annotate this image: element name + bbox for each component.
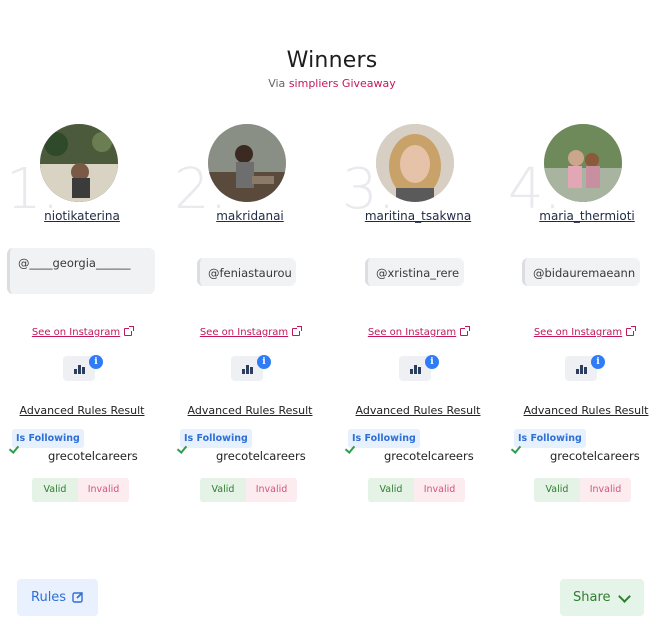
bar-chart-icon [74, 364, 85, 374]
rule-account: grecotelcareers [384, 449, 474, 463]
winner-card-3: 3. maritina_tsakwna @xristina_rere See o… [338, 122, 498, 512]
winner-comment: @feniastaurou [197, 258, 296, 286]
bar-chart-icon [576, 364, 587, 374]
avatar [376, 124, 454, 202]
winner-username[interactable]: maritina_tsakwna [338, 209, 498, 223]
edit-icon [72, 591, 84, 603]
see-on-instagram-link[interactable]: See on Instagram [338, 326, 498, 338]
check-icon [10, 444, 21, 452]
external-link-icon [626, 326, 637, 336]
valid-button[interactable]: Valid [32, 478, 78, 502]
external-link-icon [460, 326, 471, 336]
invalid-button[interactable]: Invalid [246, 478, 297, 502]
external-link-icon [124, 326, 135, 336]
advanced-rules-title: Advanced Rules Result [355, 404, 481, 417]
see-on-instagram-link[interactable]: See on Instagram [170, 326, 330, 338]
page-title: Winners [286, 48, 378, 73]
check-icon [512, 444, 523, 452]
external-link-icon [292, 326, 303, 336]
info-icon[interactable]: i [89, 355, 103, 369]
link-label: See on Instagram [367, 327, 457, 338]
link-label: See on Instagram [31, 327, 121, 338]
avatar [208, 124, 286, 202]
advanced-rules-title: Advanced Rules Result [187, 404, 313, 417]
chevron-down-icon [618, 590, 631, 603]
share-button[interactable]: Share [560, 579, 644, 616]
valid-invalid-toggle: Valid Invalid [534, 478, 631, 502]
valid-button[interactable]: Valid [534, 478, 580, 502]
bar-chart-icon [242, 364, 253, 374]
rules-label: Rules [31, 590, 67, 605]
link-label: See on Instagram [533, 327, 623, 338]
advanced-rules-title: Advanced Rules Result [19, 404, 145, 417]
rule-account: grecotelcareers [216, 449, 306, 463]
winner-card-2: 2. makridanai @feniastaurou See on Insta… [170, 122, 330, 512]
check-icon [346, 444, 357, 452]
rules-button[interactable]: Rules [17, 579, 98, 616]
header: Winners Via simpliers Giveaway [0, 48, 664, 90]
subtitle: Via simpliers Giveaway [0, 77, 664, 90]
subtitle-prefix: Via [268, 77, 286, 90]
rule-account: grecotelcareers [48, 449, 138, 463]
is-following-badge: Is Following [12, 429, 84, 448]
check-icon [178, 444, 189, 452]
is-following-badge: Is Following [348, 429, 420, 448]
share-label: Share [573, 590, 611, 605]
winner-username[interactable]: makridanai [170, 209, 330, 223]
valid-button[interactable]: Valid [200, 478, 246, 502]
winner-username[interactable]: niotikaterina [2, 209, 162, 223]
see-on-instagram-link[interactable]: See on Instagram [504, 326, 664, 338]
is-following-badge: Is Following [180, 429, 252, 448]
invalid-button[interactable]: Invalid [414, 478, 465, 502]
invalid-button[interactable]: Invalid [78, 478, 129, 502]
winner-username[interactable]: maria_thermioti [507, 209, 664, 223]
invalid-button[interactable]: Invalid [580, 478, 631, 502]
info-icon[interactable]: i [257, 355, 271, 369]
link-label: See on Instagram [199, 327, 289, 338]
winner-card-4: 4. maria_thermioti @bidauremaeann See on… [504, 122, 664, 512]
winners-list: 1. niotikaterina @____georgia______ See … [0, 122, 664, 512]
info-icon[interactable]: i [425, 355, 439, 369]
winner-card-1: 1. niotikaterina @____georgia______ See … [2, 122, 162, 512]
valid-invalid-toggle: Valid Invalid [368, 478, 465, 502]
bar-chart-icon [410, 364, 421, 374]
subtitle-brand: simpliers Giveaway [288, 77, 396, 90]
winner-comment: @____georgia______ [7, 248, 155, 294]
see-on-instagram-link[interactable]: See on Instagram [2, 326, 162, 338]
valid-button[interactable]: Valid [368, 478, 414, 502]
info-icon[interactable]: i [591, 355, 605, 369]
advanced-rules-title: Advanced Rules Result [523, 404, 649, 417]
winner-comment: @bidauremaeann [522, 258, 640, 286]
avatar [544, 124, 622, 202]
valid-invalid-toggle: Valid Invalid [32, 478, 129, 502]
rule-account: grecotelcareers [550, 449, 640, 463]
avatar [40, 124, 118, 202]
winner-comment: @xristina_rere [365, 258, 464, 286]
valid-invalid-toggle: Valid Invalid [200, 478, 297, 502]
is-following-badge: Is Following [514, 429, 586, 448]
